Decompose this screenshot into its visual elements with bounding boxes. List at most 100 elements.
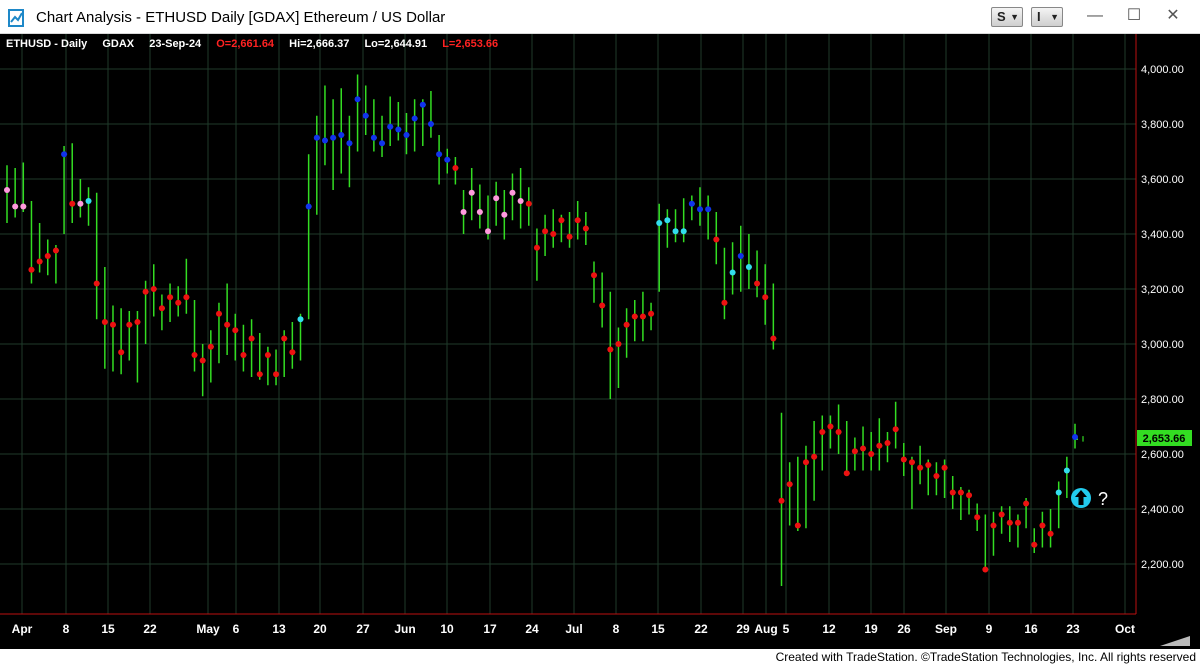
paintbar-dot — [525, 200, 532, 207]
chevron-down-icon: ▼ — [1050, 12, 1059, 22]
time-tick-label: 12 — [822, 622, 836, 636]
time-tick-label: 13 — [272, 622, 286, 636]
paintbar-dot — [338, 132, 345, 138]
chart-background — [0, 34, 1200, 649]
last-price-value: 2,653.66 — [1143, 433, 1186, 445]
paintbar-dot — [379, 140, 386, 147]
time-tick-label: 29 — [736, 622, 750, 636]
paintbar-dot — [949, 489, 956, 496]
close-icon[interactable]: ✕ — [1161, 6, 1185, 26]
paintbar-dot — [395, 126, 402, 133]
paintbar-dot — [917, 464, 924, 471]
paintbar-dot — [599, 302, 606, 309]
paintbar-dot — [346, 140, 353, 147]
paintbar-dot — [501, 211, 508, 218]
paintbar-dot — [444, 156, 451, 163]
paintbar-dot — [224, 321, 231, 328]
paintbar-dot — [313, 134, 320, 141]
paintbar-dot — [118, 349, 125, 356]
price-tick-label: 3,200.00 — [1141, 284, 1184, 296]
paintbar-dot — [517, 198, 524, 204]
paintbar-dot — [273, 371, 280, 378]
time-tick-label: May — [196, 622, 220, 636]
paintbar-dot — [794, 522, 801, 529]
indicator-dropdown-button[interactable]: I ▼ — [1031, 7, 1063, 27]
paintbar-dot — [452, 165, 459, 171]
paintbar-dot — [460, 209, 467, 215]
paintbar-dot — [191, 352, 198, 358]
paintbar-dot — [427, 121, 434, 127]
paintbar-dot — [207, 343, 214, 350]
maximize-icon[interactable]: ☐ — [1122, 6, 1146, 26]
paintbar-dot — [256, 371, 263, 378]
legend-symbol: ETHUSD - Daily — [6, 38, 88, 50]
time-tick-label: 9 — [986, 622, 993, 636]
price-tick-label: 3,600.00 — [1141, 174, 1184, 186]
paintbar-dot — [982, 566, 989, 573]
paintbar-dot — [843, 470, 850, 477]
paintbar-dot — [648, 310, 655, 317]
paintbar-dot — [109, 321, 116, 328]
price-tick-label: 4,000.00 — [1141, 64, 1184, 76]
paintbar-dot — [69, 200, 76, 207]
paintbar-dot — [12, 203, 19, 210]
paintbar-dot — [770, 335, 777, 342]
time-tick-label: Jun — [394, 622, 415, 636]
indicator-button-label: I — [1037, 9, 1041, 24]
paintbar-dot — [582, 225, 589, 232]
minimize-icon[interactable]: — — [1083, 6, 1107, 26]
time-tick-label: 17 — [483, 622, 497, 636]
paintbar-dot — [990, 522, 997, 529]
paintbar-dot — [607, 346, 614, 353]
time-tick-label: 16 — [1024, 622, 1038, 636]
paintbar-dot — [387, 123, 394, 130]
time-tick-label: 5 — [783, 622, 790, 636]
paintbar-dot — [1055, 489, 1062, 496]
paintbar-dot — [729, 269, 736, 276]
paintbar-dot — [28, 266, 35, 273]
legend-open: O=2,661.64 — [216, 38, 275, 50]
legend-date: 23-Sep-24 — [149, 38, 202, 50]
time-tick-label: 23 — [1066, 622, 1080, 636]
chevron-down-icon: ▼ — [1010, 12, 1019, 22]
paintbar-dot — [957, 489, 964, 496]
paintbar-dot — [631, 313, 638, 320]
paintbar-dot — [370, 134, 377, 141]
paintbar-dot — [721, 299, 728, 306]
legend-last: L=2,653.66 — [442, 38, 498, 50]
price-tick-label: 2,400.00 — [1141, 504, 1184, 516]
footer: Created with TradeStation. ©TradeStation… — [0, 649, 1200, 666]
paintbar-dot — [860, 445, 867, 452]
paintbar-dot — [183, 294, 190, 301]
paintbar-dot — [476, 209, 483, 215]
paintbar-dot — [696, 206, 703, 213]
paintbar-dot — [93, 280, 100, 287]
paintbar-dot — [175, 299, 182, 306]
paintbar-dot — [215, 310, 222, 317]
paintbar-dot — [908, 459, 915, 466]
price-chart[interactable]: 4,000.00 3,800.00 3,600.00 3,400.00 3,200.00… — [0, 34, 1200, 649]
paintbar-dot — [737, 253, 744, 259]
time-tick-label: Oct — [1115, 622, 1135, 636]
paintbar-dot — [542, 228, 549, 235]
paintbar-dot — [61, 151, 68, 158]
paintbar-dot — [330, 134, 337, 141]
legend-low: Lo=2,644.91 — [364, 38, 427, 50]
paintbar-dot — [762, 294, 769, 301]
last-price-tag: 2,653.66 — [1137, 430, 1192, 446]
time-tick-label: 15 — [651, 622, 665, 636]
price-tick-label: 2,800.00 — [1141, 394, 1184, 406]
paintbar-dot — [167, 294, 174, 301]
paintbar-dot — [786, 481, 793, 488]
paintbar-dot — [868, 451, 875, 457]
paintbar-dot — [232, 327, 239, 334]
time-tick-label: 8 — [613, 622, 620, 636]
paintbar-dot — [199, 357, 206, 364]
paintbar-dot — [1031, 541, 1038, 548]
paintbar-dot — [134, 319, 141, 325]
legend-exchange: GDAX — [102, 38, 134, 50]
paintbar-dot — [493, 195, 500, 202]
paintbar-dot — [941, 464, 948, 471]
style-dropdown-button[interactable]: S ▼ — [991, 7, 1023, 27]
time-tick-label: 10 — [440, 622, 454, 636]
